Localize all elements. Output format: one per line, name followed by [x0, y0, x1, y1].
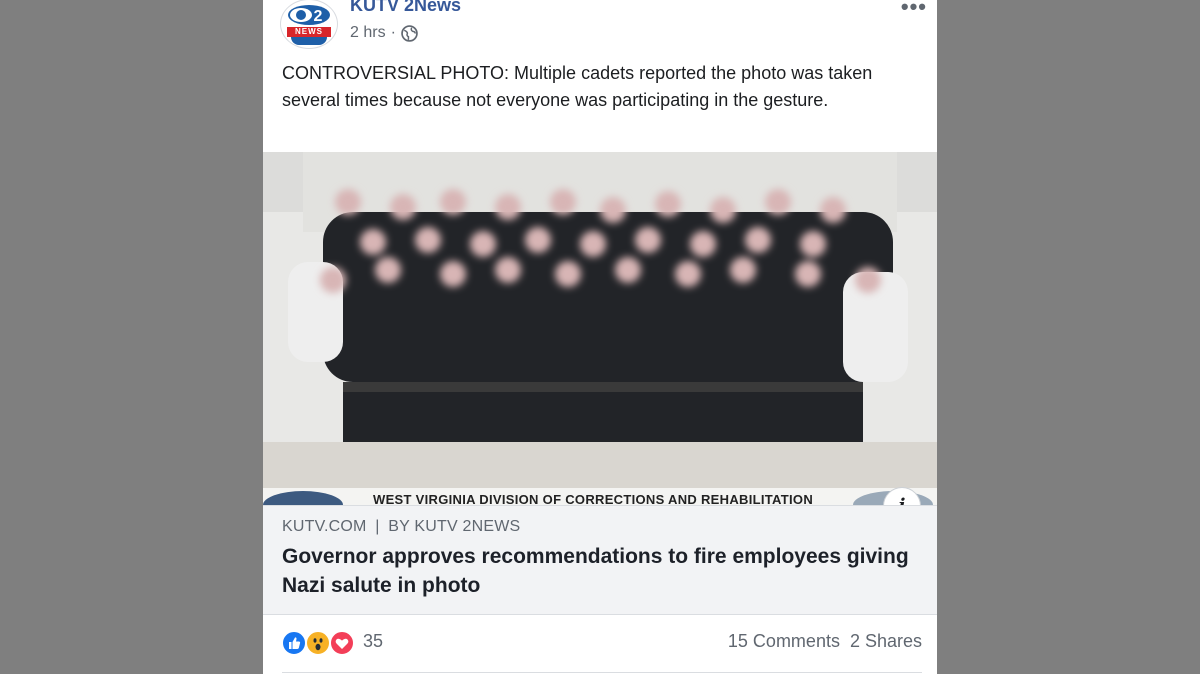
shares-count-link[interactable]: 2 Shares [850, 631, 922, 652]
globe-icon[interactable] [401, 24, 418, 42]
wow-icon [305, 630, 331, 656]
svg-text:2: 2 [314, 8, 323, 25]
post-meta: 2 hrs · [350, 24, 418, 42]
post-footer: 35 15 Comments 2 Shares [263, 614, 937, 674]
like-icon [281, 630, 307, 656]
meta-separator: · [390, 24, 396, 41]
reactions-summary[interactable] [281, 630, 361, 656]
link-source: KUTV.COM | BY KUTV 2NEWS [282, 518, 520, 536]
post-header: 2 NEWS KUTV 2News 2 hrs · ••• [263, 0, 937, 60]
engagement-counts: 15 Comments 2 Shares [728, 631, 922, 652]
footer-divider [282, 672, 922, 673]
cbs-eye-logo-icon: 2 [288, 5, 330, 25]
link-divider: | [375, 518, 380, 535]
comments-count-link[interactable]: 15 Comments [728, 631, 840, 652]
more-options-icon[interactable]: ••• [901, 0, 927, 20]
post-timestamp[interactable]: 2 hrs [350, 24, 386, 42]
page-avatar[interactable]: 2 NEWS [281, 0, 337, 48]
link-headline[interactable]: Governor approves recommendations to fir… [282, 542, 922, 600]
photo-caption: WEST VIRGINIA DIVISION OF CORRECTIONS AN… [373, 492, 814, 505]
post-photo[interactable]: WEST VIRGINIA DIVISION OF CORRECTIONS AN… [263, 152, 937, 505]
link-byline: BY KUTV 2NEWS [388, 518, 521, 535]
reaction-count[interactable]: 35 [363, 631, 383, 652]
logo-band: NEWS [287, 27, 331, 37]
page-name-link[interactable]: KUTV 2News [350, 0, 461, 16]
post-text: CONTROVERSIAL PHOTO: Multiple cadets rep… [282, 63, 873, 110]
link-preview[interactable]: KUTV.COM | BY KUTV 2NEWS Governor approv… [263, 505, 937, 615]
logo-base [291, 37, 327, 45]
link-domain: KUTV.COM [282, 518, 367, 535]
love-icon [329, 630, 355, 656]
group-photo-image [263, 152, 937, 505]
facebook-post: 2 NEWS KUTV 2News 2 hrs · ••• CONTROVERS… [263, 0, 937, 674]
